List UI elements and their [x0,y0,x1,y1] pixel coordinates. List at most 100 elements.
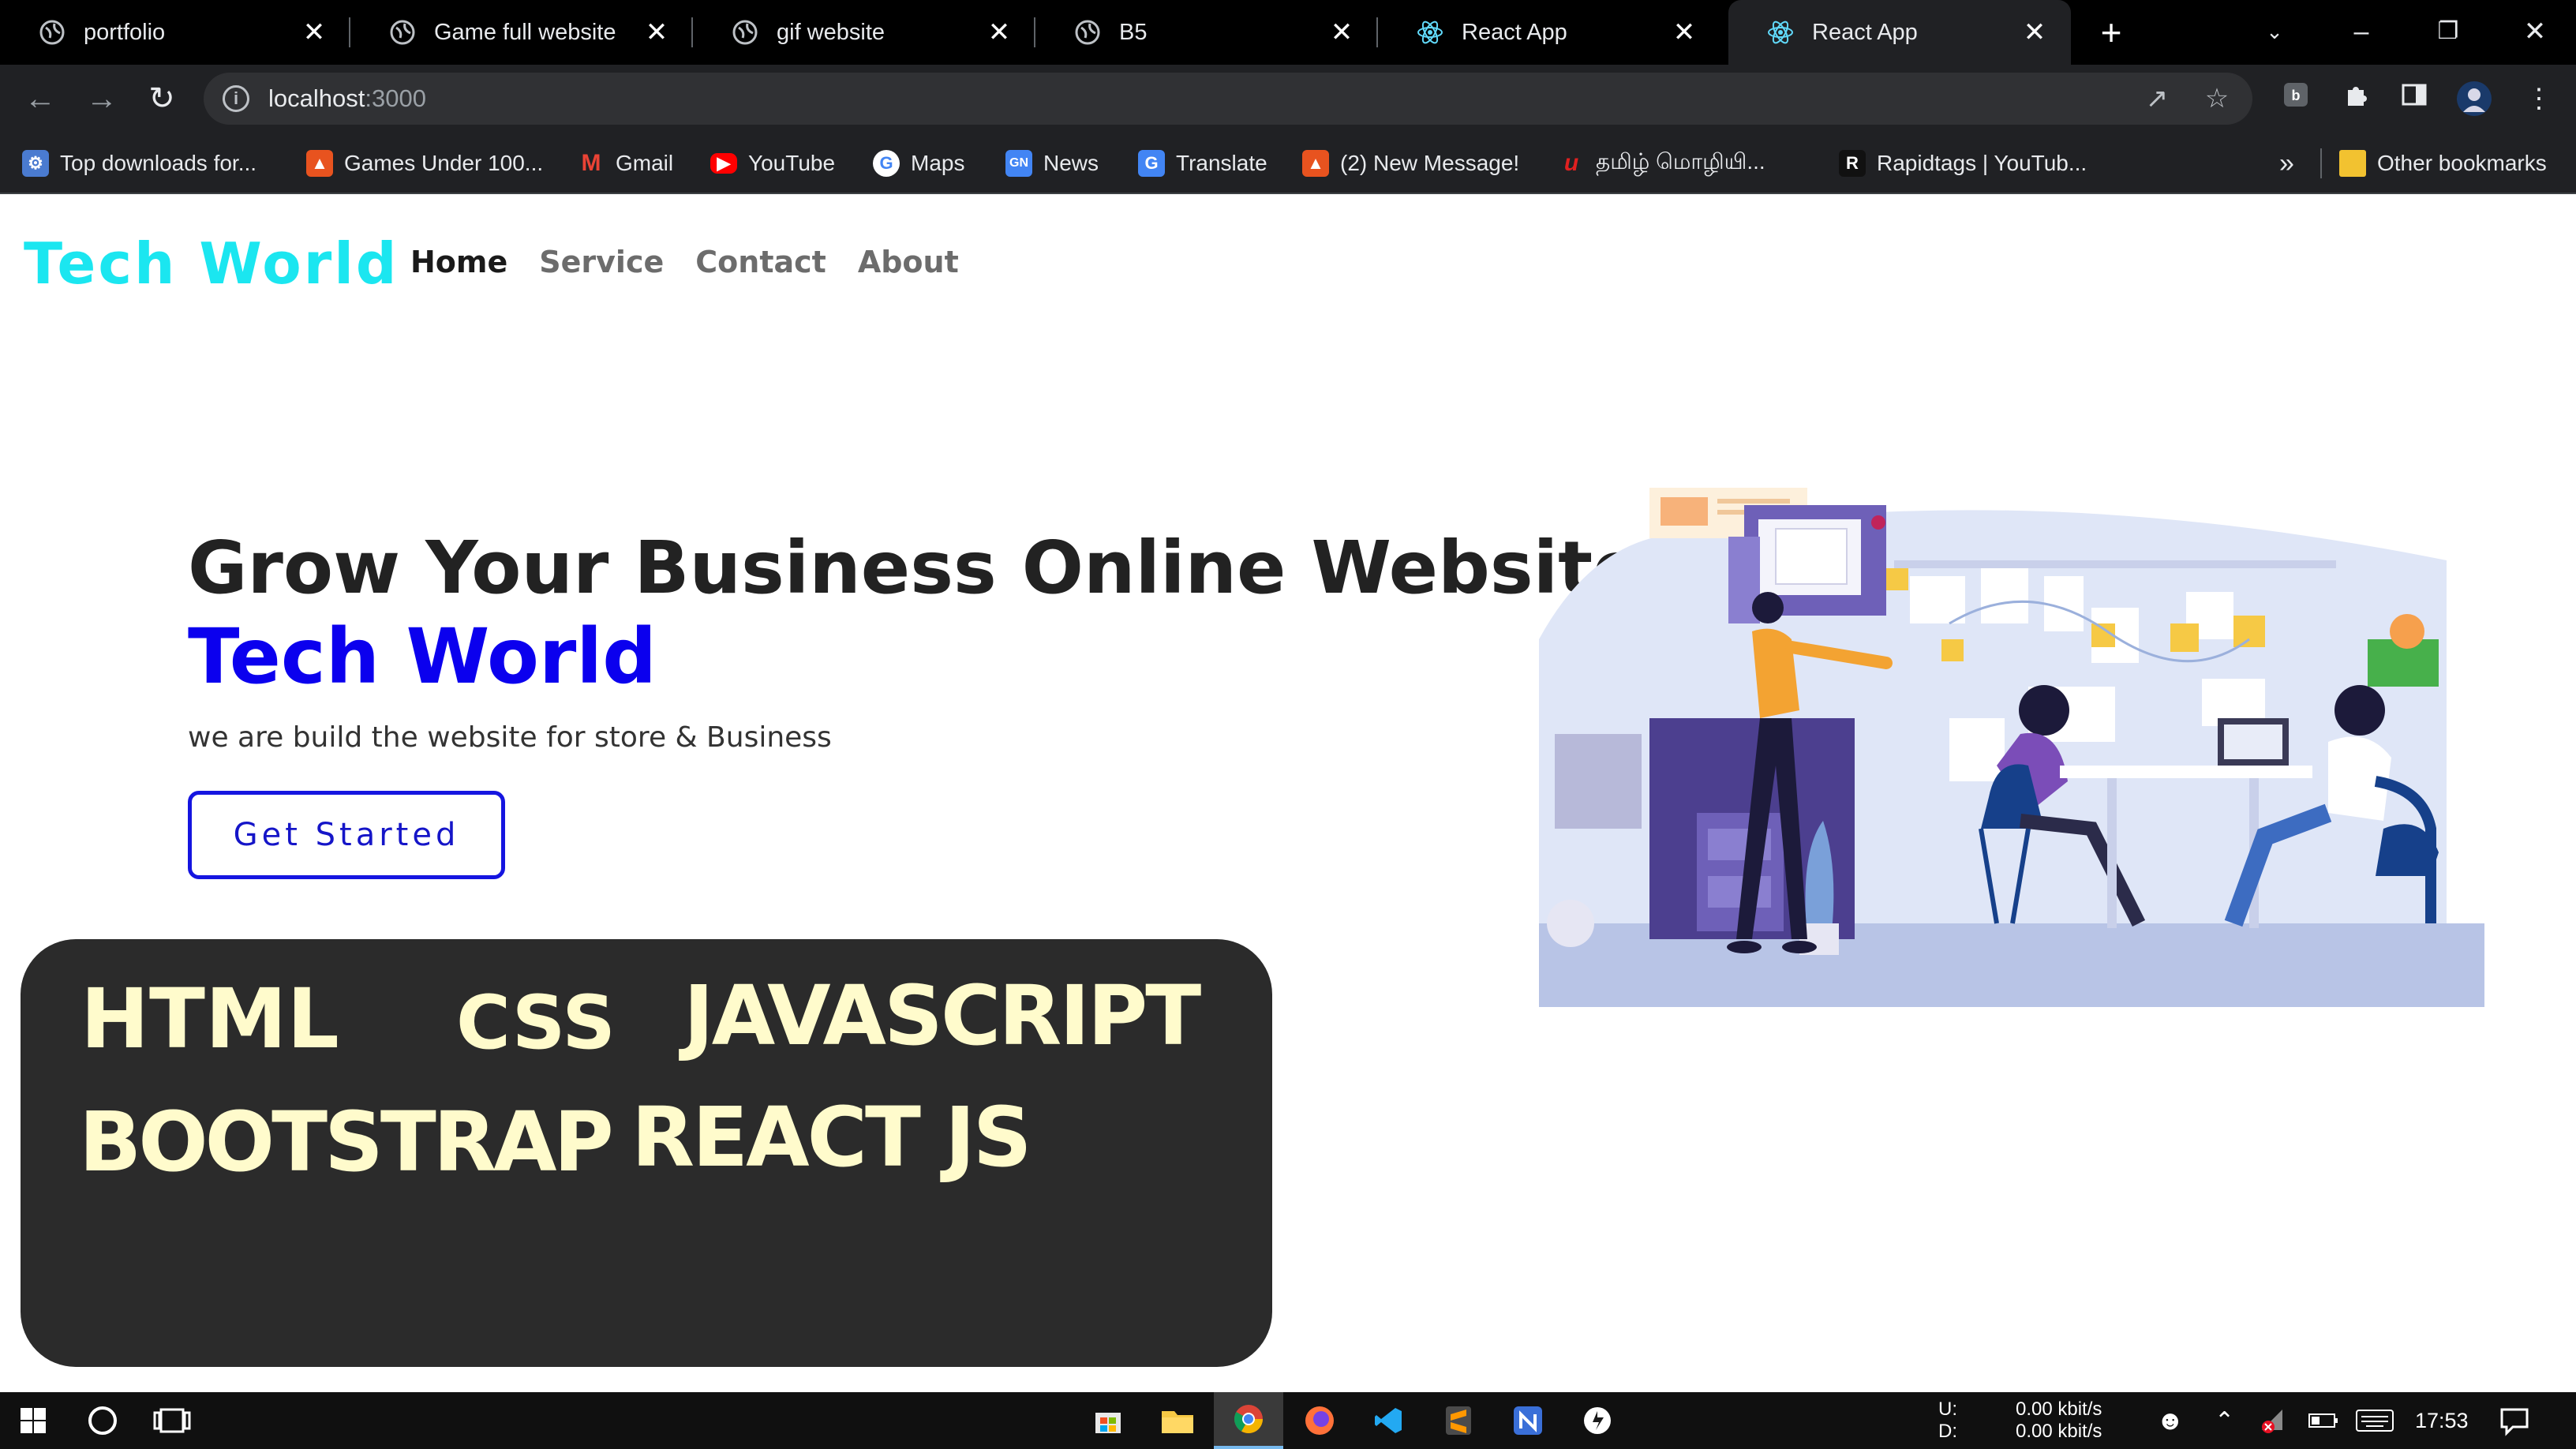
bookmark-label: தமிழ் மொழியி... [1596,149,1765,174]
reload-icon[interactable]: ↻ [142,79,182,118]
tab-strip: portfolio ✕ Game full website ✕ gif webs… [0,0,2576,65]
close-tab-icon[interactable]: ✕ [2019,17,2050,48]
tamil-site-icon: u [1563,150,1579,176]
chrome-taskbar-icon[interactable] [1214,1392,1283,1449]
bookmark-other-bookmarks[interactable]: Other bookmarks [2339,133,2547,194]
tab-b5[interactable]: B5 ✕ [1035,0,1378,65]
windows-start-icon[interactable] [0,1392,66,1449]
svg-text:b: b [2292,88,2301,103]
page-viewport: Tech World Home Service Contact About Gr… [0,194,2576,1392]
action-center-icon[interactable] [2499,1392,2530,1449]
hero-subtitle: we are build the website for store & Bus… [188,721,832,754]
bookmark-rapidtags[interactable]: R Rapidtags | YouTub... [1839,133,2087,194]
globe-icon [731,18,759,47]
skill-javascript: JAVASCRIPT [683,968,1201,1064]
bookmark-games-under-100[interactable]: ▲ Games Under 100... [306,133,543,194]
team-meeting-illustration [1539,488,2484,1007]
windows-taskbar: U: D: 0.00 kbit/s 0.00 kbit/s ☻ ⌃ 17:53 [0,1392,2576,1449]
side-panel-icon[interactable] [2396,80,2432,117]
youtube-icon: ▶ [710,153,737,174]
site-logo[interactable]: Tech World [24,230,399,297]
tab-react-app-active[interactable]: React App ✕ [1728,0,2071,65]
extensions-puzzle-icon[interactable] [2338,80,2374,117]
tab-title: React App [1462,19,1567,45]
restore-icon[interactable]: ❐ [2424,8,2472,55]
close-tab-icon[interactable]: ✕ [641,17,672,48]
app-circle-icon[interactable] [1564,1392,1631,1449]
minimize-icon[interactable]: – [2338,8,2385,55]
chrome-menu-icon[interactable]: ⋮ [2521,80,2557,117]
file-explorer-icon[interactable] [1144,1392,1211,1449]
network-disconnected-icon[interactable] [2259,1392,2290,1449]
site-info-icon[interactable]: i [223,85,249,112]
back-arrow-icon[interactable]: ← [21,79,60,118]
skill-html: HTML [80,971,339,1067]
new-tab-button[interactable]: + [2091,13,2131,52]
bookmark-top-downloads[interactable]: ⚙ Top downloads for... [22,133,256,194]
profile-avatar[interactable] [2456,80,2492,117]
close-tab-icon[interactable]: ✕ [1668,17,1700,48]
clock-time[interactable]: 17:53 [2415,1392,2469,1449]
bookmark-label: News [1043,151,1099,175]
net-down-label: D: [1938,1421,1957,1442]
bookmark-tamil-site[interactable]: u தமிழ் மொழியி... [1558,133,1765,194]
close-tab-icon[interactable]: ✕ [1326,17,1357,48]
skill-react-js: REACT JS [631,1089,1032,1185]
url-port: :3000 [365,84,426,112]
bookmark-label: Games Under 100... [344,151,544,175]
net-up-speed: 0.00 kbit/s [2016,1398,2102,1420]
close-tab-icon[interactable]: ✕ [298,17,330,48]
extension-icon[interactable]: b [2278,80,2314,117]
bookmark-label: Maps [911,151,965,175]
get-started-button[interactable]: Get Started [188,791,505,879]
people-icon[interactable]: ☻ [2156,1392,2185,1449]
tab-title: Game full website [434,19,616,45]
bookmark-label: Other bookmarks [2377,151,2547,175]
search-circle-icon[interactable] [69,1392,136,1449]
address-bar[interactable]: i localhost:3000 ↗ ☆ [204,73,2252,125]
address-url[interactable]: localhost:3000 [268,73,426,125]
tab-title: portfolio [84,19,166,45]
bookmark-youtube[interactable]: ▶ YouTube [710,133,835,194]
forward-arrow-icon[interactable]: → [82,79,122,118]
bookmark-label: Translate [1176,151,1267,175]
nav-contact[interactable]: Contact [695,245,826,279]
bookmark-label: YouTube [748,151,836,175]
globe-icon [388,18,417,47]
skills-panel: HTML CSS JAVASCRIPT BOOTSTRAP REACT JS [21,939,1272,1367]
battery-icon[interactable] [2308,1392,2339,1449]
sublime-text-icon[interactable] [1425,1392,1492,1449]
react-icon [1416,18,1444,47]
firefox-icon[interactable] [1286,1392,1353,1449]
bookmark-label: Rapidtags | YouTub... [1877,151,2087,175]
nav-about[interactable]: About [858,245,959,279]
task-view-icon[interactable] [139,1392,205,1449]
vscode-icon[interactable] [1356,1392,1422,1449]
tab-react-app[interactable]: React App ✕ [1378,0,1720,65]
rapidtags-icon: R [1839,150,1866,177]
keyboard-icon[interactable] [2355,1392,2394,1449]
tab-game-full-website[interactable]: Game full website ✕ [350,0,693,65]
bookmarks-overflow-chevron[interactable]: » [2279,133,2294,194]
nav-service[interactable]: Service [539,245,664,279]
close-tab-icon[interactable]: ✕ [983,17,1015,48]
microsoft-store-icon[interactable] [1075,1392,1141,1449]
close-window-icon[interactable]: ✕ [2511,8,2559,55]
net-down-speed: 0.00 kbit/s [2016,1421,2102,1442]
bookmark-star-icon[interactable]: ☆ [2200,82,2233,115]
bookmark-new-message[interactable]: ▲ (2) New Message! [1302,133,1519,194]
tab-search-chevron-icon[interactable]: ⌄ [2251,8,2298,55]
nav-home[interactable]: Home [410,245,507,279]
hero-title: Grow Your Business Online Website [188,526,1642,610]
tab-gif-website[interactable]: gif website ✕ [693,0,1035,65]
share-icon[interactable]: ↗ [2140,82,2174,115]
bookmark-news[interactable]: GN News [1005,133,1099,194]
bookmark-label: Top downloads for... [60,151,257,175]
bookmark-translate[interactable]: G Translate [1138,133,1267,194]
bookmark-maps[interactable]: G Maps [873,133,964,194]
globe-icon [38,18,66,47]
notion-style-app-icon[interactable] [1495,1392,1561,1449]
tray-chevron-up-icon[interactable]: ⌃ [2215,1392,2234,1449]
bookmark-gmail[interactable]: M Gmail [578,133,674,194]
tab-portfolio[interactable]: portfolio ✕ [0,0,350,65]
